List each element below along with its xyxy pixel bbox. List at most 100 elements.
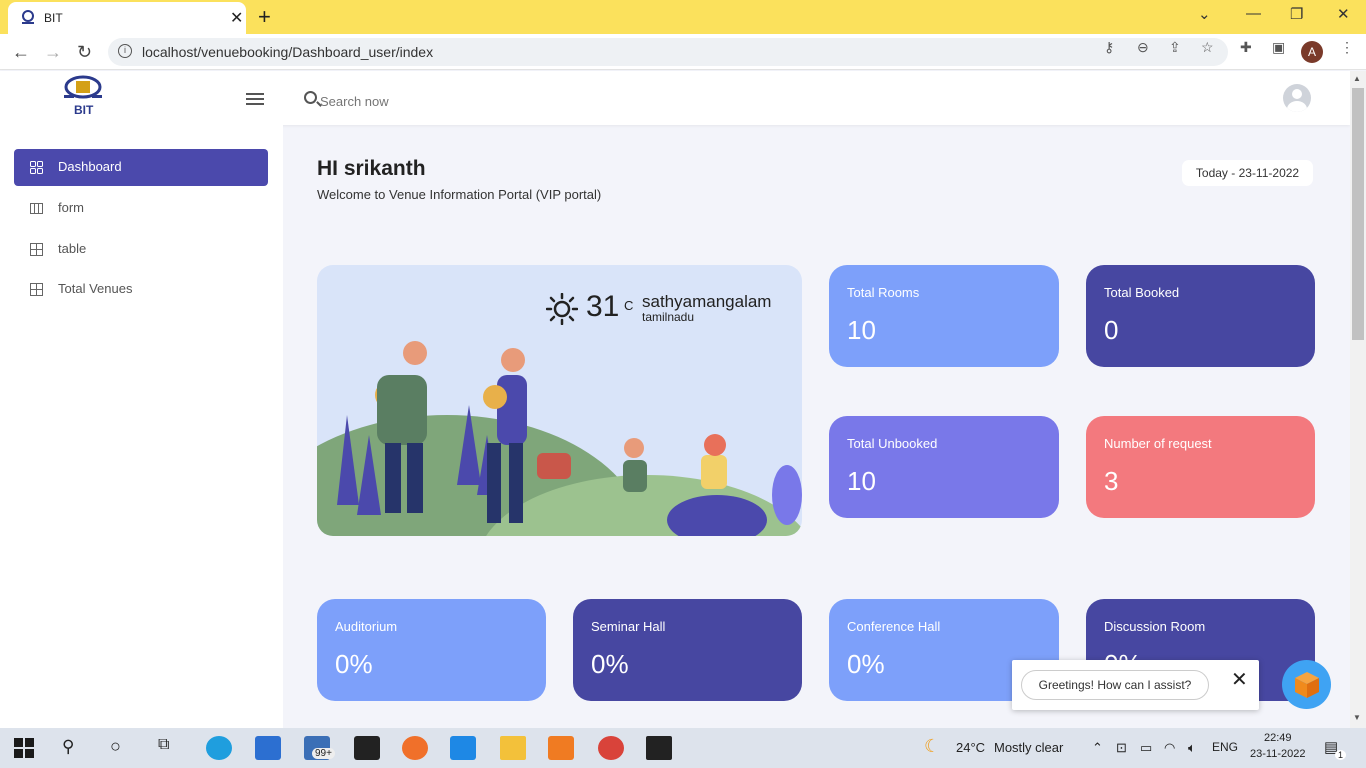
favicon-icon [22,10,34,24]
battery-icon[interactable]: ▭ [1140,740,1152,756]
key-icon[interactable]: ⚷ [1104,39,1114,56]
venue-card-auditorium: Auditorium 0% [317,599,546,701]
stat-title: Total Booked [1104,285,1180,300]
sun-icon [546,293,578,325]
logo-text: BIT [74,103,94,117]
stat-title: Total Unbooked [847,436,938,451]
stat-value: 10 [847,315,876,345]
sidebar-item-dashboard[interactable]: Dashboard [14,149,268,186]
sidebar-item-form[interactable]: form [14,190,268,227]
venue-value: 0% [335,649,373,679]
browser-tab-bar: BIT ✕ + ⌄ — ❐ ✕ [0,0,1366,34]
grid-icon [30,161,43,174]
new-tab-button[interactable]: + [258,4,271,30]
forward-icon[interactable]: → [44,42,62,63]
venue-title: Seminar Hall [591,619,666,634]
stat-value: 10 [847,466,876,496]
venue-card-seminar-hall: Seminar Hall 0% [573,599,802,701]
url-text: localhost/venuebooking/Dashboard_user/in… [142,44,434,60]
stat-card-total-rooms: Total Rooms 10 [829,265,1059,367]
share-icon[interactable]: ⇪ [1169,39,1181,56]
weather-moon-icon[interactable]: ☾ [924,736,940,757]
volume-icon[interactable]: 🔈︎ [1188,740,1196,756]
store-icon[interactable] [255,736,281,760]
stat-title: Total Rooms [847,285,920,300]
scroll-up-icon[interactable]: ▲ [1353,74,1361,83]
extensions-icon[interactable]: ✚ [1240,39,1252,56]
tab-close-icon[interactable]: ✕ [230,8,243,28]
show-hidden-icons-icon[interactable]: ⌃ [1092,740,1103,756]
language-indicator[interactable]: ENG [1212,740,1238,754]
stat-value: 3 [1104,466,1119,496]
chat-close-icon[interactable]: ✕ [1231,667,1248,692]
notification-count: 1 [1335,750,1347,760]
weather-temperature: 31 [586,290,620,323]
taskbar-weather-text: Mostly clear [994,740,1064,755]
sidebar-item-total-venues[interactable]: Total Venues [14,271,268,308]
stat-card-total-unbooked: Total Unbooked 10 [829,416,1059,518]
stat-card-total-booked: Total Booked 0 [1086,265,1315,367]
weather-unit: C [624,298,634,313]
cortana-icon[interactable]: ○ [110,736,121,757]
venue-title: Discussion Room [1104,619,1206,634]
minimize-icon[interactable]: — [1246,5,1261,22]
search-icon[interactable] [304,91,317,104]
terminal-icon[interactable] [646,736,672,760]
tab-title: BIT [44,11,63,25]
zoom-icon[interactable]: ⊖ [1137,39,1149,56]
search-icon[interactable]: ⚲ [62,737,74,757]
scroll-down-icon[interactable]: ▼ [1353,713,1361,722]
venue-title: Conference Hall [847,619,941,634]
venue-value: 0% [847,649,885,679]
bookmark-star-icon[interactable]: ☆ [1201,39,1214,56]
chrome-icon[interactable] [598,736,624,760]
stat-value: 0 [1104,315,1119,345]
chat-launcher-button[interactable] [1282,660,1331,709]
date-badge: Today - 23-11-2022 [1182,160,1313,186]
clock-time[interactable]: 22:49 [1264,732,1292,744]
site-info-icon[interactable]: i [118,44,132,58]
back-icon[interactable]: ← [12,42,30,63]
profile-avatar[interactable]: A [1301,41,1323,63]
scrollbar-thumb[interactable] [1352,88,1364,340]
menu-dots-icon[interactable]: ⋮ [1340,39,1354,56]
network-device-icon[interactable]: ⊡ [1116,740,1127,756]
weather-city: sathyamangalam [642,292,772,311]
vscode-icon[interactable] [450,736,476,760]
search-input[interactable] [320,91,520,111]
recorder-icon[interactable] [354,736,380,760]
sidebar-item-label: table [58,241,87,256]
welcome-text: Welcome to Venue Information Portal (VIP… [317,187,602,202]
cube-icon [1295,672,1319,698]
taskbar-weather-temp: 24°C [956,740,986,755]
restore-icon[interactable]: ❐ [1290,5,1303,23]
file-explorer-icon[interactable] [500,736,526,760]
stat-card-number-of-request: Number of request 3 [1086,416,1315,518]
side-panel-icon[interactable]: ▣ [1272,39,1285,56]
browser-tab[interactable]: BIT ✕ [8,2,246,34]
xampp-icon[interactable] [548,736,574,760]
windows-taskbar: ⚲ ○ ⧉ 99+ ☾ 24°C Mostly clear ⌃ ⊡ ▭ ◠ 🔈︎… [0,728,1366,768]
address-bar[interactable]: i localhost/venuebooking/Dashboard_user/… [108,38,1228,66]
browser-toolbar: ← → ↻ i localhost/venuebooking/Dashboard… [0,34,1366,70]
tab-search-chevron-icon[interactable]: ⌄ [1198,5,1211,23]
windows-start-icon[interactable] [14,738,34,758]
edge-icon[interactable] [206,736,232,760]
bit-logo[interactable]: BIT [58,73,108,117]
chat-greeting[interactable]: Greetings! How can I assist? [1021,670,1209,700]
sidebar-item-label: form [58,200,84,215]
columns-icon [30,203,43,214]
reload-icon[interactable]: ↻ [77,42,92,63]
task-view-icon[interactable]: ⧉ [158,736,169,754]
wifi-icon[interactable]: ◠ [1164,740,1175,756]
user-avatar[interactable] [1283,84,1311,112]
sidebar-item-label: Dashboard [58,159,122,174]
clock-date[interactable]: 23-11-2022 [1250,748,1305,760]
window-close-icon[interactable]: ✕ [1337,5,1350,23]
sidebar-item-table[interactable]: table [14,231,268,268]
venue-value: 0% [591,649,629,679]
weather-state: tamilnadu [642,310,695,324]
firefox-icon[interactable] [402,736,428,760]
hamburger-menu-icon[interactable] [246,93,264,105]
page-title: HI srikanth [317,157,426,180]
